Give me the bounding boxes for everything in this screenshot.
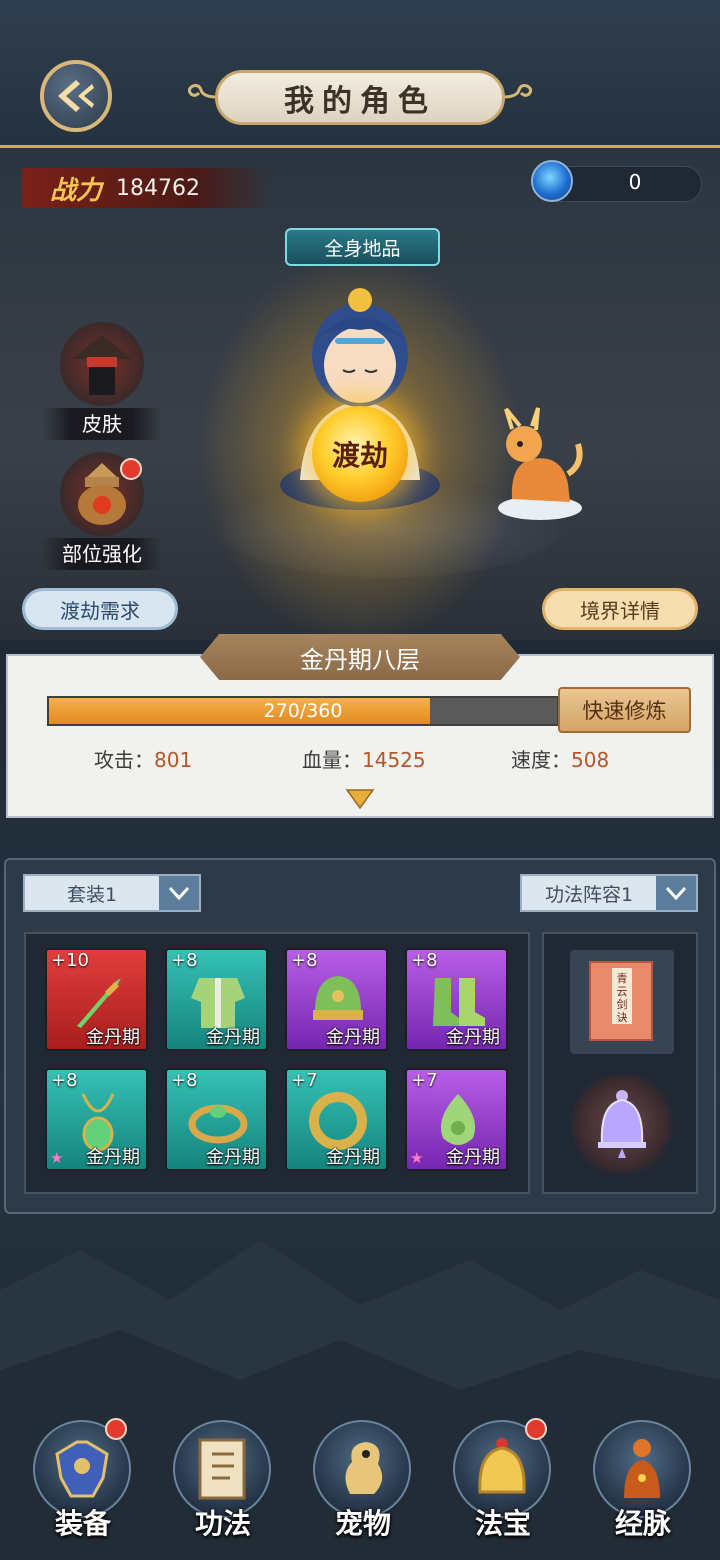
item-tier: 金丹期 [326, 1147, 380, 1168]
chevron-down-icon [656, 876, 696, 910]
stat-label: 速度： [511, 748, 571, 772]
cloud-ornament-icon [187, 84, 218, 99]
enhance-level: +8 [411, 950, 438, 971]
expand-chevron-icon[interactable] [345, 788, 375, 810]
item-tier: 金丹期 [446, 1027, 500, 1048]
stat-hp: 血量：14525 [302, 744, 426, 773]
grade-banner: 全身地品 [285, 228, 440, 266]
tribulation-requirement-button[interactable]: 渡劫需求 [22, 588, 178, 630]
item-tier: 金丹期 [86, 1147, 140, 1168]
stat-attack: 攻击：801 [94, 744, 192, 773]
cultivation-progress-bar: 270/360 [47, 696, 559, 726]
set-dropdown[interactable]: 套装1 [23, 874, 201, 912]
part-enhance-button[interactable]: 部位强化 [42, 452, 162, 572]
golden-bell-icon [478, 1438, 526, 1494]
notification-badge [525, 1418, 547, 1440]
notification-badge [105, 1418, 127, 1440]
equip-slot-helmet[interactable]: +8 金丹期 [285, 948, 388, 1051]
enhance-level: +7 [411, 1070, 438, 1091]
equip-slot-jade-pendant[interactable]: +7 ★ 金丹期 [405, 1068, 508, 1171]
meridian-figure-icon [624, 1439, 660, 1498]
item-tier: 金丹期 [206, 1147, 260, 1168]
nav-treasures[interactable]: 法宝 [453, 1418, 553, 1540]
pet-qilin-icon [498, 407, 583, 520]
combat-power-value: 184762 [116, 175, 200, 201]
book-icon: 青 云 剑 诀 [589, 961, 653, 1041]
nav-meridians[interactable]: 经脉 [593, 1420, 693, 1540]
book-title-char: 云 [617, 985, 628, 998]
seahorse-pet-icon [345, 1442, 383, 1494]
equip-slot-boots[interactable]: +8 金丹期 [405, 948, 508, 1051]
enhance-level: +8 [51, 1070, 78, 1091]
nav-skills[interactable]: 功法 [173, 1420, 273, 1540]
enhance-level: +10 [51, 950, 89, 971]
back-button[interactable] [40, 60, 112, 132]
quick-cultivate-button[interactable]: 快速修炼 [558, 687, 691, 733]
item-tier: 金丹期 [446, 1147, 500, 1168]
nav-label: 功法 [194, 1507, 251, 1540]
skin-label: 皮肤 [42, 408, 162, 440]
stat-speed: 速度：508 [511, 744, 609, 773]
formation-dropdown-label: 功法阵容1 [544, 883, 634, 906]
enhance-level: +8 [291, 950, 318, 971]
stat-label: 血量： [302, 748, 362, 772]
equip-slot-weapon[interactable]: +10 金丹期 [45, 948, 148, 1051]
set-dropdown-label: 套装1 [66, 883, 118, 906]
enhance-level: +7 [291, 1070, 318, 1091]
cloud-ornament-icon [502, 84, 533, 99]
nav-pets[interactable]: 宠物 [313, 1420, 413, 1540]
nav-label: 法宝 [474, 1507, 531, 1540]
hat-icon [72, 335, 132, 395]
part-enhance-label: 部位强化 [42, 538, 162, 570]
tribulation-button[interactable]: 渡劫 [312, 406, 408, 502]
back-arrow-icon [58, 80, 94, 112]
bell-icon [598, 1090, 646, 1158]
combat-power-label: 战力 [50, 175, 103, 206]
currency-value: 0 [628, 170, 642, 194]
blue-orb-icon [531, 160, 573, 202]
equip-slot-bracelet[interactable]: +8 金丹期 [165, 1068, 268, 1171]
nav-label: 装备 [54, 1507, 111, 1540]
item-tier: 金丹期 [206, 1027, 260, 1048]
page-title: 我的角色 [215, 70, 505, 125]
side-icon-bg [60, 322, 144, 406]
treasure-slot[interactable] [570, 1072, 674, 1176]
stat-value: 14525 [362, 748, 426, 772]
chevron-down-icon [159, 876, 199, 910]
formation-dropdown[interactable]: 功法阵容1 [520, 874, 698, 912]
armor-icon [55, 1440, 109, 1498]
book-title-char: 剑 [617, 997, 628, 1011]
enhance-level: +8 [171, 950, 198, 971]
enhance-level: +8 [171, 1070, 198, 1091]
equip-slot-ring[interactable]: +7 金丹期 [285, 1068, 388, 1171]
book-title-char: 青 [617, 972, 628, 985]
nav-label: 宠物 [334, 1507, 391, 1540]
stat-value: 508 [571, 748, 610, 772]
notification-badge [120, 458, 142, 480]
realm-details-button[interactable]: 境界详情 [542, 588, 698, 630]
equip-slot-robe[interactable]: +8 金丹期 [165, 948, 268, 1051]
realm-name: 金丹期八层 [200, 634, 520, 680]
nav-equipment[interactable]: 装备 [33, 1418, 133, 1540]
combat-power-box: 战力 184762 [22, 168, 272, 208]
item-tier: 金丹期 [326, 1027, 380, 1048]
manual-book-slot[interactable]: 青 云 剑 诀 [570, 950, 674, 1054]
item-tier: 金丹期 [86, 1027, 140, 1048]
progress-text: 270/360 [263, 700, 343, 722]
scroll-book-icon [198, 1438, 246, 1500]
stat-value: 801 [154, 748, 193, 772]
nav-label: 经脉 [614, 1507, 671, 1540]
book-title-char: 诀 [617, 1011, 628, 1024]
stat-label: 攻击： [94, 748, 154, 772]
skin-button[interactable]: 皮肤 [42, 322, 162, 442]
equip-slot-amulet[interactable]: +8 ★ 金丹期 [45, 1068, 148, 1171]
